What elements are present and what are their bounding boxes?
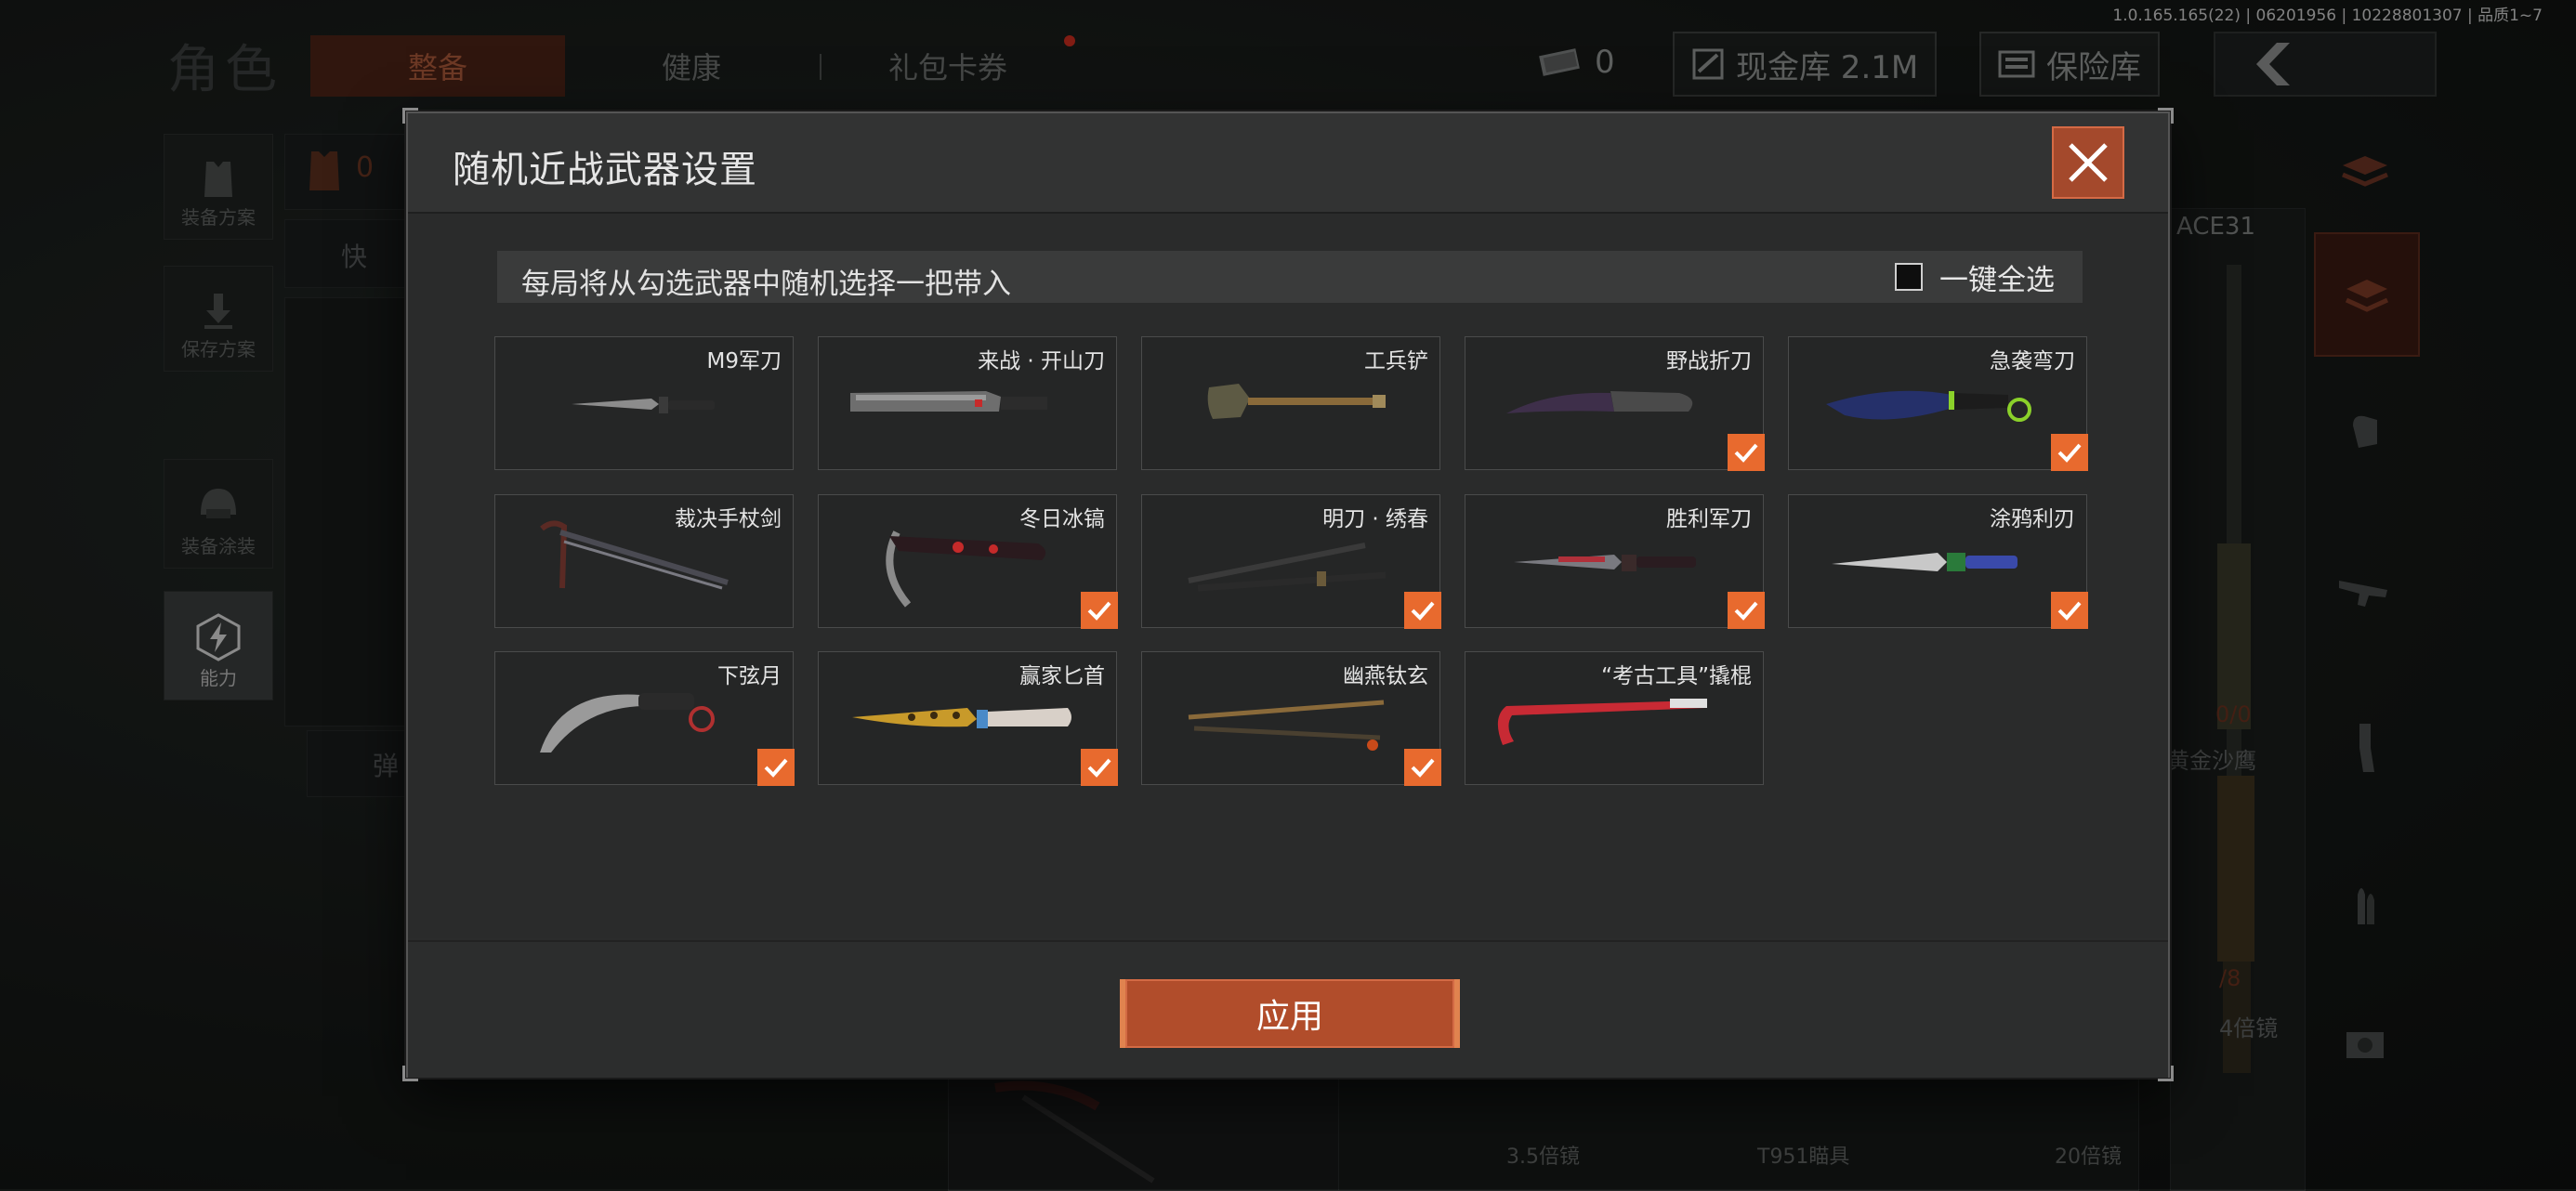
weapon-name: 涂鸦利刃 — [1990, 507, 2075, 531]
checked-mark — [1404, 749, 1441, 786]
checkmark-icon — [1087, 758, 1111, 778]
dialog-footer: 应用 — [408, 940, 2168, 1078]
weapon-name: 来战 · 开山刀 — [978, 349, 1105, 373]
checkmark-icon — [1734, 601, 1758, 621]
weapon-card-xiuchun-blade[interactable]: 明刀 · 绣春 — [1141, 494, 1441, 629]
checkmark-icon — [2057, 601, 2082, 621]
checked-mark — [1728, 592, 1765, 629]
dialog-body: 每局将从勾选武器中随机选择一把带入 一键全选 M9军刀 来战 · 开山刀 工兵铲… — [408, 214, 2168, 938]
weapon-card-shovel[interactable]: 工兵铲 — [1141, 336, 1440, 470]
weapon-name: 野战折刀 — [1666, 349, 1752, 373]
weapon-card-gold-dagger[interactable]: 赢家匕首 — [818, 651, 1118, 786]
weapon-card-karambit[interactable]: 下弦月 — [494, 651, 795, 786]
weapon-name: 幽燕钛玄 — [1343, 664, 1428, 688]
checked-mark — [1728, 434, 1765, 471]
checked-mark — [1081, 592, 1118, 629]
select-all-checkbox[interactable]: 一键全选 — [1895, 258, 2055, 297]
checkmark-icon — [1087, 601, 1111, 621]
weapon-name: 急袭弯刀 — [1990, 349, 2075, 373]
close-button[interactable] — [2052, 126, 2124, 199]
weapon-card-crowbar[interactable]: “考古工具”撬棍 — [1465, 651, 1764, 785]
weapon-card-field-knife[interactable]: 野战折刀 — [1465, 336, 1765, 471]
checkmark-icon — [1734, 443, 1758, 463]
apply-button[interactable]: 应用 — [1120, 979, 1460, 1048]
close-icon — [2069, 143, 2108, 182]
checkmark-icon — [1411, 758, 1435, 778]
weapon-card-ice-axe[interactable]: 冬日冰镐 — [818, 494, 1118, 629]
weapon-card-cane-sword[interactable]: 裁决手杖剑 — [494, 494, 794, 628]
weapon-name: 下弦月 — [717, 664, 782, 688]
select-all-label: 一键全选 — [1939, 263, 2055, 297]
weapon-name: 冬日冰镐 — [1019, 507, 1105, 531]
random-melee-settings-dialog: 随机近战武器设置 每局将从勾选武器中随机选择一把带入 一键全选 M9军刀 来战 … — [402, 108, 2174, 1081]
checked-mark — [757, 749, 795, 786]
dialog-title: 随机近战武器设置 — [453, 149, 757, 191]
checked-mark — [2051, 592, 2088, 629]
weapon-card-victory-knife[interactable]: 胜利军刀 — [1465, 494, 1765, 629]
weapon-name: 赢家匕首 — [1019, 664, 1105, 688]
instruction-banner: 每局将从勾选武器中随机选择一把带入 一键全选 — [497, 251, 2083, 303]
weapon-name: 裁决手杖剑 — [675, 507, 782, 531]
weapon-card-machete[interactable]: 来战 · 开山刀 — [818, 336, 1117, 470]
checked-mark — [2051, 434, 2088, 471]
weapon-card-curved-blade[interactable]: 急袭弯刀 — [1788, 336, 2088, 471]
checked-mark — [1081, 749, 1118, 786]
checked-mark — [1404, 592, 1441, 629]
weapon-name: 胜利军刀 — [1666, 507, 1752, 531]
weapon-name: 明刀 · 绣春 — [1322, 507, 1428, 531]
checkmark-icon — [764, 758, 788, 778]
weapon-name: 工兵铲 — [1364, 349, 1428, 373]
checkmark-icon — [2057, 443, 2082, 463]
weapon-name: M9军刀 — [706, 349, 782, 373]
checkmark-icon — [1411, 601, 1435, 621]
dialog-header: 随机近战武器设置 — [408, 113, 2168, 214]
weapon-card-m9-bayonet[interactable]: M9军刀 — [494, 336, 794, 470]
weapon-card-twin-blade[interactable]: 幽燕钛玄 — [1141, 651, 1441, 786]
weapon-card-graffiti-knife[interactable]: 涂鸦利刃 — [1788, 494, 2088, 629]
weapon-name: “考古工具”撬棍 — [1601, 664, 1752, 688]
checkbox-box[interactable] — [1895, 263, 1923, 291]
instruction-text: 每局将从勾选武器中随机选择一把带入 — [521, 268, 1011, 301]
